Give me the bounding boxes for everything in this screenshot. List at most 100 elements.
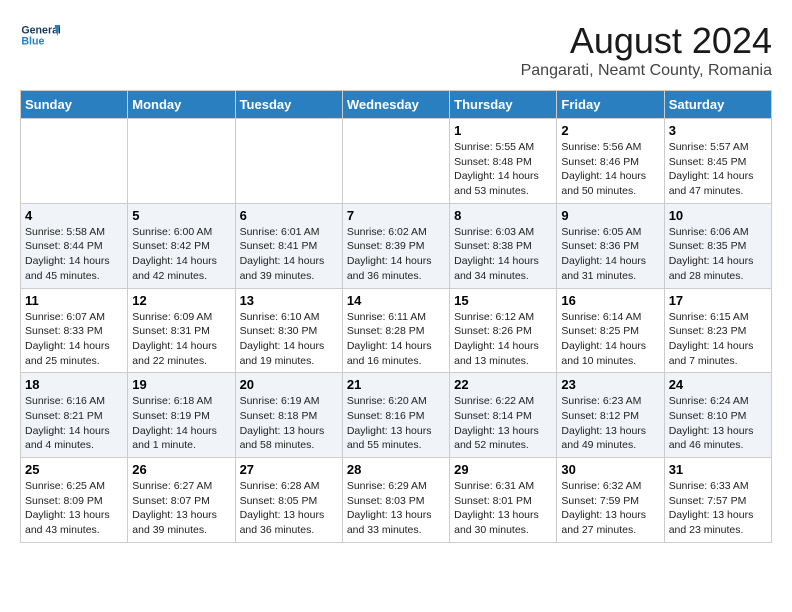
logo: General Blue — [20, 20, 60, 50]
calendar-header-row: SundayMondayTuesdayWednesdayThursdayFrid… — [21, 91, 772, 119]
day-info: Sunrise: 6:16 AMSunset: 8:21 PMDaylight:… — [25, 394, 123, 453]
day-info: Sunrise: 5:56 AMSunset: 8:46 PMDaylight:… — [561, 140, 659, 199]
calendar-week-3: 11 Sunrise: 6:07 AMSunset: 8:33 PMDayligh… — [21, 288, 772, 373]
day-number: 2 — [561, 123, 659, 138]
day-info: Sunrise: 6:03 AMSunset: 8:38 PMDaylight:… — [454, 225, 552, 284]
header-sunday: Sunday — [21, 91, 128, 119]
day-info: Sunrise: 5:55 AMSunset: 8:48 PMDaylight:… — [454, 140, 552, 199]
day-info: Sunrise: 6:10 AMSunset: 8:30 PMDaylight:… — [240, 310, 338, 369]
day-info: Sunrise: 6:11 AMSunset: 8:28 PMDaylight:… — [347, 310, 445, 369]
calendar-cell: 14 Sunrise: 6:11 AMSunset: 8:28 PMDayligh… — [342, 288, 449, 373]
header-wednesday: Wednesday — [342, 91, 449, 119]
day-number: 18 — [25, 377, 123, 392]
day-number: 10 — [669, 208, 767, 223]
day-number: 3 — [669, 123, 767, 138]
day-info: Sunrise: 6:06 AMSunset: 8:35 PMDaylight:… — [669, 225, 767, 284]
day-info: Sunrise: 6:18 AMSunset: 8:19 PMDaylight:… — [132, 394, 230, 453]
day-number: 14 — [347, 293, 445, 308]
calendar-cell: 10 Sunrise: 6:06 AMSunset: 8:35 PMDayligh… — [664, 203, 771, 288]
day-info: Sunrise: 6:02 AMSunset: 8:39 PMDaylight:… — [347, 225, 445, 284]
calendar-cell — [21, 119, 128, 204]
calendar-cell: 28 Sunrise: 6:29 AMSunset: 8:03 PMDayligh… — [342, 458, 449, 543]
calendar-table: SundayMondayTuesdayWednesdayThursdayFrid… — [20, 90, 772, 543]
day-info: Sunrise: 6:29 AMSunset: 8:03 PMDaylight:… — [347, 479, 445, 538]
calendar-cell: 27 Sunrise: 6:28 AMSunset: 8:05 PMDayligh… — [235, 458, 342, 543]
day-number: 31 — [669, 462, 767, 477]
calendar-cell: 21 Sunrise: 6:20 AMSunset: 8:16 PMDayligh… — [342, 373, 449, 458]
day-info: Sunrise: 6:09 AMSunset: 8:31 PMDaylight:… — [132, 310, 230, 369]
day-info: Sunrise: 6:31 AMSunset: 8:01 PMDaylight:… — [454, 479, 552, 538]
calendar-cell: 19 Sunrise: 6:18 AMSunset: 8:19 PMDayligh… — [128, 373, 235, 458]
day-number: 21 — [347, 377, 445, 392]
day-number: 15 — [454, 293, 552, 308]
calendar-cell: 17 Sunrise: 6:15 AMSunset: 8:23 PMDayligh… — [664, 288, 771, 373]
calendar-cell: 22 Sunrise: 6:22 AMSunset: 8:14 PMDayligh… — [450, 373, 557, 458]
calendar-cell — [235, 119, 342, 204]
calendar-cell: 29 Sunrise: 6:31 AMSunset: 8:01 PMDayligh… — [450, 458, 557, 543]
day-number: 22 — [454, 377, 552, 392]
calendar-cell: 15Sunrise: 6:12 AMSunset: 8:26 PMDayligh… — [450, 288, 557, 373]
day-info: Sunrise: 6:05 AMSunset: 8:36 PMDaylight:… — [561, 225, 659, 284]
logo-icon: General Blue — [20, 20, 60, 50]
day-info: Sunrise: 6:22 AMSunset: 8:14 PMDaylight:… — [454, 394, 552, 453]
calendar-week-2: 4 Sunrise: 5:58 AMSunset: 8:44 PMDaylight… — [21, 203, 772, 288]
day-info: Sunrise: 6:25 AMSunset: 8:09 PMDaylight:… — [25, 479, 123, 538]
location-subtitle: Pangarati, Neamt County, Romania — [521, 62, 772, 80]
calendar-cell — [128, 119, 235, 204]
day-info: Sunrise: 6:20 AMSunset: 8:16 PMDaylight:… — [347, 394, 445, 453]
header-tuesday: Tuesday — [235, 91, 342, 119]
calendar-cell: 16Sunrise: 6:14 AMSunset: 8:25 PMDayligh… — [557, 288, 664, 373]
calendar-cell: 24 Sunrise: 6:24 AMSunset: 8:10 PMDayligh… — [664, 373, 771, 458]
day-number: 9 — [561, 208, 659, 223]
day-number: 19 — [132, 377, 230, 392]
month-year-title: August 2024 — [521, 20, 772, 62]
day-number: 4 — [25, 208, 123, 223]
day-info: Sunrise: 6:07 AMSunset: 8:33 PMDaylight:… — [25, 310, 123, 369]
day-number: 24 — [669, 377, 767, 392]
day-info: Sunrise: 6:01 AMSunset: 8:41 PMDaylight:… — [240, 225, 338, 284]
day-number: 6 — [240, 208, 338, 223]
calendar-week-5: 25 Sunrise: 6:25 AMSunset: 8:09 PMDayligh… — [21, 458, 772, 543]
day-number: 30 — [561, 462, 659, 477]
day-info: Sunrise: 6:15 AMSunset: 8:23 PMDaylight:… — [669, 310, 767, 369]
day-number: 5 — [132, 208, 230, 223]
calendar-week-1: 1Sunrise: 5:55 AMSunset: 8:48 PMDaylight… — [21, 119, 772, 204]
calendar-cell: 25 Sunrise: 6:25 AMSunset: 8:09 PMDayligh… — [21, 458, 128, 543]
calendar-cell: 1Sunrise: 5:55 AMSunset: 8:48 PMDaylight… — [450, 119, 557, 204]
day-number: 17 — [669, 293, 767, 308]
calendar-cell: 8 Sunrise: 6:03 AMSunset: 8:38 PMDaylight… — [450, 203, 557, 288]
day-number: 11 — [25, 293, 123, 308]
calendar-cell: 2 Sunrise: 5:56 AMSunset: 8:46 PMDaylight… — [557, 119, 664, 204]
calendar-cell: 7Sunrise: 6:02 AMSunset: 8:39 PMDaylight… — [342, 203, 449, 288]
calendar-cell — [342, 119, 449, 204]
title-block: August 2024 Pangarati, Neamt County, Rom… — [521, 20, 772, 80]
calendar-week-4: 18 Sunrise: 6:16 AMSunset: 8:21 PMDayligh… — [21, 373, 772, 458]
header-monday: Monday — [128, 91, 235, 119]
header-saturday: Saturday — [664, 91, 771, 119]
calendar-cell: 30Sunrise: 6:32 AMSunset: 7:59 PMDayligh… — [557, 458, 664, 543]
calendar-cell: 18 Sunrise: 6:16 AMSunset: 8:21 PMDayligh… — [21, 373, 128, 458]
calendar-cell: 6 Sunrise: 6:01 AMSunset: 8:41 PMDaylight… — [235, 203, 342, 288]
day-info: Sunrise: 6:23 AMSunset: 8:12 PMDaylight:… — [561, 394, 659, 453]
day-number: 26 — [132, 462, 230, 477]
day-info: Sunrise: 5:57 AMSunset: 8:45 PMDaylight:… — [669, 140, 767, 199]
calendar-cell: 31 Sunrise: 6:33 AMSunset: 7:57 PMDayligh… — [664, 458, 771, 543]
day-info: Sunrise: 6:24 AMSunset: 8:10 PMDaylight:… — [669, 394, 767, 453]
calendar-cell: 13Sunrise: 6:10 AMSunset: 8:30 PMDayligh… — [235, 288, 342, 373]
page-header: General Blue August 2024 Pangarati, Neam… — [20, 20, 772, 80]
day-info: Sunrise: 6:19 AMSunset: 8:18 PMDaylight:… — [240, 394, 338, 453]
day-number: 29 — [454, 462, 552, 477]
calendar-cell: 20Sunrise: 6:19 AMSunset: 8:18 PMDayligh… — [235, 373, 342, 458]
calendar-cell: 4 Sunrise: 5:58 AMSunset: 8:44 PMDaylight… — [21, 203, 128, 288]
day-info: Sunrise: 5:58 AMSunset: 8:44 PMDaylight:… — [25, 225, 123, 284]
day-number: 12 — [132, 293, 230, 308]
day-number: 28 — [347, 462, 445, 477]
header-friday: Friday — [557, 91, 664, 119]
day-number: 8 — [454, 208, 552, 223]
day-info: Sunrise: 6:33 AMSunset: 7:57 PMDaylight:… — [669, 479, 767, 538]
day-number: 27 — [240, 462, 338, 477]
day-number: 25 — [25, 462, 123, 477]
day-info: Sunrise: 6:28 AMSunset: 8:05 PMDaylight:… — [240, 479, 338, 538]
day-info: Sunrise: 6:14 AMSunset: 8:25 PMDaylight:… — [561, 310, 659, 369]
calendar-cell: 11 Sunrise: 6:07 AMSunset: 8:33 PMDayligh… — [21, 288, 128, 373]
